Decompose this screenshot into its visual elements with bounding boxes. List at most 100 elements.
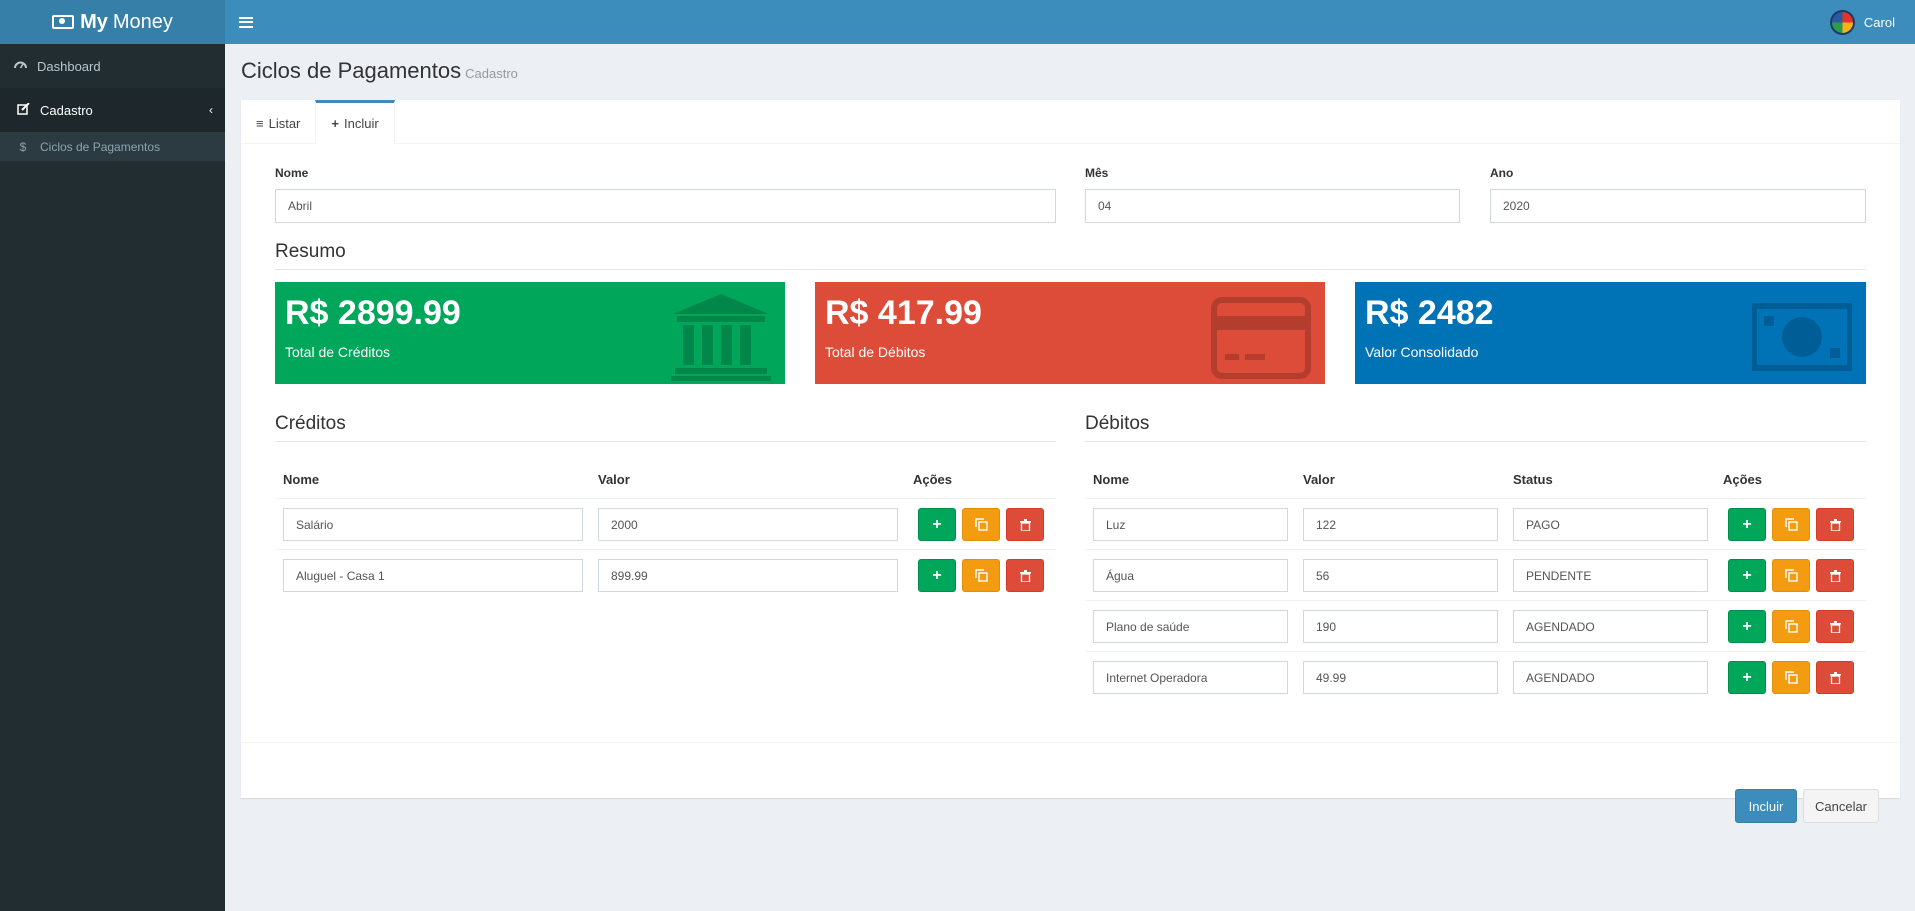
credits-header-actions: Ações (913, 472, 953, 487)
tab-incluir[interactable]: + Incluir (315, 100, 395, 144)
debits-header-status: Status (1513, 472, 1553, 487)
top-header: My Money Carol (0, 0, 1915, 44)
table-divider (1085, 549, 1866, 550)
delete-debit-button[interactable] (1816, 661, 1854, 694)
month-input[interactable]: 04 (1085, 189, 1460, 223)
table-divider (1085, 600, 1866, 601)
debit-caption: Total de Débitos (825, 344, 926, 360)
logo-text: Money (112, 10, 173, 33)
debit-value-input[interactable]: 122 (1303, 508, 1498, 541)
user-menu[interactable]: Carol (1829, 9, 1895, 35)
add-debit-button[interactable]: + (1728, 661, 1766, 694)
add-debit-button[interactable]: + (1728, 610, 1766, 643)
app-logo[interactable]: My Money (0, 0, 225, 44)
menu-toggle-icon[interactable] (239, 16, 253, 28)
debit-name-input[interactable]: Internet Operadora (1093, 661, 1288, 694)
summary-title: Resumo (275, 241, 1866, 270)
trash-icon (1019, 518, 1031, 531)
form-box: ≡ Listar + Incluir Nome Abril Mês 04 Ano… (241, 100, 1900, 823)
sidebar-item-dashboard[interactable]: Dashboard (0, 44, 225, 88)
edit-icon (16, 101, 30, 118)
trash-icon (1829, 671, 1841, 684)
bank-icon (671, 294, 771, 381)
consolidated-caption: Valor Consolidado (1365, 344, 1479, 360)
money-icon (52, 15, 75, 29)
plus-icon: + (932, 515, 942, 533)
debit-status-input[interactable]: PENDENTE (1513, 559, 1708, 592)
year-input[interactable]: 2020 (1490, 189, 1866, 223)
debit-value-input[interactable]: 49.99 (1303, 661, 1498, 694)
debits-header-value: Valor (1303, 472, 1335, 487)
content-wrapper: Ciclos de Pagamentos Cadastro ≡ Listar + … (225, 44, 1915, 911)
tab-bar: ≡ Listar + Incluir (241, 100, 1900, 144)
delete-debit-button[interactable] (1816, 508, 1854, 541)
clone-icon (1784, 518, 1798, 531)
clone-credit-button[interactable] (962, 559, 1000, 592)
consolidated-total: R$ 2482 (1365, 294, 1494, 332)
credit-summary-box: R$ 2899.99 Total de Créditos (275, 282, 785, 384)
plus-icon: + (1742, 515, 1752, 533)
plus-icon: + (932, 566, 942, 584)
trash-icon (1829, 518, 1841, 531)
clone-debit-button[interactable] (1772, 559, 1810, 592)
credit-caption: Total de Créditos (285, 344, 391, 360)
sidebar-item-cadastro[interactable]: Cadastro ‹ (0, 88, 225, 132)
page-title: Ciclos de Pagamentos Cadastro (241, 58, 518, 84)
plus-icon: + (1742, 668, 1752, 686)
credit-name-input[interactable]: Aluguel - Casa 1 (283, 559, 583, 592)
trash-icon (1829, 620, 1841, 633)
debits-header-name: Nome (1093, 472, 1130, 487)
user-name: Carol (1863, 14, 1895, 30)
delete-debit-button[interactable] (1816, 559, 1854, 592)
year-label: Ano (1490, 166, 1514, 180)
clone-debit-button[interactable] (1772, 508, 1810, 541)
tab-listar[interactable]: ≡ Listar (241, 100, 315, 144)
credits-header-value: Valor (598, 472, 630, 487)
navbar: Carol (225, 0, 1915, 44)
cancel-button[interactable]: Cancelar (1803, 789, 1879, 823)
clone-icon (974, 518, 988, 531)
sidebar-item-label: Cadastro (40, 102, 93, 118)
plus-icon: + (1742, 566, 1752, 584)
add-debit-button[interactable]: + (1728, 508, 1766, 541)
add-debit-button[interactable]: + (1728, 559, 1766, 592)
debit-value-input[interactable]: 56 (1303, 559, 1498, 592)
debit-name-input[interactable]: Plano de saúde (1093, 610, 1288, 643)
debit-status-input[interactable]: PAGO (1513, 508, 1708, 541)
clone-icon (1784, 569, 1798, 582)
debit-status-input[interactable]: AGENDADO (1513, 610, 1708, 643)
delete-credit-button[interactable] (1006, 508, 1044, 541)
name-input[interactable]: Abril (275, 189, 1056, 223)
dashboard-icon (13, 59, 27, 74)
table-divider (1085, 498, 1866, 499)
credit-value-input[interactable]: 2000 (598, 508, 898, 541)
submit-button[interactable]: Incluir (1735, 789, 1797, 823)
list-icon: ≡ (256, 116, 264, 131)
debit-name-input[interactable]: Luz (1093, 508, 1288, 541)
credit-name-input[interactable]: Salário (283, 508, 583, 541)
debit-value-input[interactable]: 190 (1303, 610, 1498, 643)
logo-text-bold: My (80, 10, 108, 33)
credit-value-input[interactable]: 899.99 (598, 559, 898, 592)
clone-debit-button[interactable] (1772, 610, 1810, 643)
debits-header-actions: Ações (1723, 472, 1763, 487)
table-divider (275, 498, 1056, 499)
clone-icon (974, 569, 988, 582)
money-bill-icon (1752, 303, 1852, 371)
delete-debit-button[interactable] (1816, 610, 1854, 643)
add-credit-button[interactable]: + (918, 508, 956, 541)
sidebar-subitem-ciclos[interactable]: $ Ciclos de Pagamentos (0, 132, 225, 161)
add-credit-button[interactable]: + (918, 559, 956, 592)
sidebar-item-label: Dashboard (37, 58, 101, 74)
debit-name-input[interactable]: Água (1093, 559, 1288, 592)
clone-credit-button[interactable] (962, 508, 1000, 541)
delete-credit-button[interactable] (1006, 559, 1044, 592)
clone-debit-button[interactable] (1772, 661, 1810, 694)
debit-summary-box: R$ 417.99 Total de Débitos (815, 282, 1325, 384)
debit-status-input[interactable]: AGENDADO (1513, 661, 1708, 694)
credit-total: R$ 2899.99 (285, 294, 461, 332)
credits-title: Créditos (275, 413, 1056, 442)
credits-header-name: Nome (283, 472, 320, 487)
debits-title: Débitos (1085, 413, 1866, 442)
plus-icon: + (1742, 617, 1752, 635)
